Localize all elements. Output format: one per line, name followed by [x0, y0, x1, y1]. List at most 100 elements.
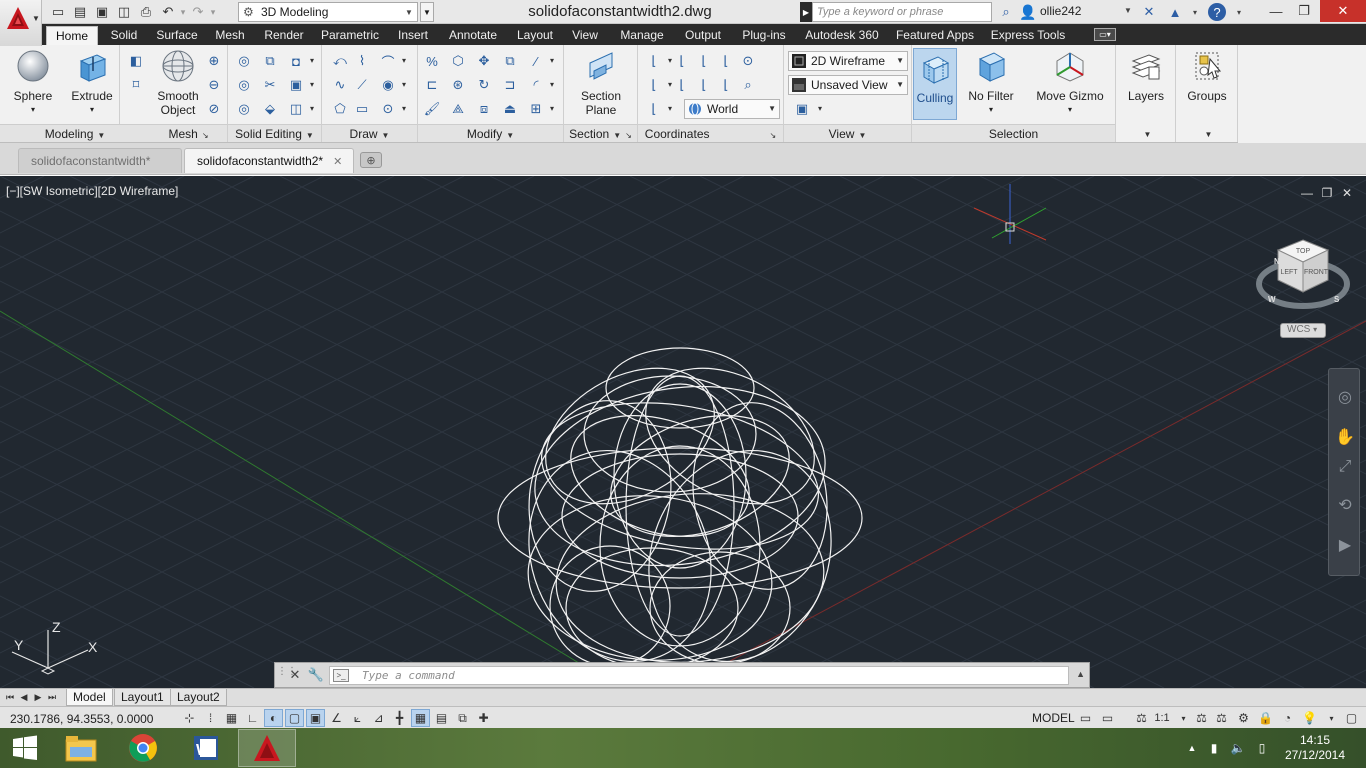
tab-surface[interactable]: Surface [150, 26, 204, 45]
tab-annotate[interactable]: Annotate [442, 26, 504, 45]
taskbar-clock[interactable]: 14:15 27/12/2014 [1280, 733, 1350, 763]
help-icon[interactable]: ? [1208, 3, 1226, 21]
dynamic-ucs-icon[interactable]: ⟀ [348, 709, 367, 727]
tab-mesh[interactable]: Mesh [208, 26, 252, 45]
layers-button[interactable]: Layers [1122, 49, 1170, 103]
fillet-edge-icon[interactable]: ◜ [526, 75, 554, 95]
wrench-icon[interactable]: 🔧 [307, 667, 325, 683]
extract-edges-icon[interactable]: ◘ [286, 51, 314, 71]
zoom-extents-icon[interactable]: ⤢ [1333, 455, 1357, 479]
solid-of-constant-width-wireframe[interactable] [497, 341, 863, 688]
command-prompt-icon[interactable]: >_ [333, 669, 349, 682]
culling-button[interactable]: Culling [913, 48, 957, 120]
layout-tab-model[interactable]: Model [66, 689, 113, 706]
dynamic-input-icon[interactable]: ⊿ [369, 709, 388, 727]
presspull-icon[interactable]: ◧ [126, 51, 146, 71]
viewport-controls-label[interactable]: [−][SW Isometric][2D Wireframe] [6, 184, 178, 198]
infer-constraints-icon[interactable]: ⊹ [180, 709, 199, 727]
chevron-down-icon[interactable]: ▾ [1184, 2, 1206, 22]
tab-insert[interactable]: Insert [390, 26, 436, 45]
extrude-faces-icon[interactable]: ▣ [286, 75, 314, 95]
3d-object-snap-icon[interactable]: ▣ [306, 709, 325, 727]
save-as-icon[interactable]: ◫ [114, 2, 134, 22]
line-icon[interactable]: ⤺ [330, 51, 350, 71]
ucs-origin-icon[interactable]: ⌊ [716, 51, 736, 71]
ucs-zaxis-icon[interactable]: ⌊ [716, 75, 736, 95]
file-explorer-icon[interactable] [52, 729, 110, 767]
clean-screen-icon[interactable]: ▢ [1342, 709, 1361, 727]
tab-plug-ins[interactable]: Plug-ins [736, 26, 792, 45]
offset-icon[interactable]: ⊐ [500, 75, 520, 95]
command-history-button[interactable]: ▲ [1076, 669, 1085, 679]
minimize-icon[interactable]: — [1262, 0, 1290, 22]
ribbon-minimize-button[interactable]: ▭▾ [1094, 28, 1116, 41]
panel-title-modify[interactable]: Modify ▼ [418, 124, 563, 142]
no-filter-button[interactable]: No Filter ▾ [966, 49, 1016, 117]
grid-display-icon[interactable]: ▦ [222, 709, 241, 727]
redo-dropdown-icon[interactable]: ▾ [210, 7, 216, 18]
windows-start-icon[interactable] [0, 729, 50, 767]
stretch-icon[interactable]: ⏏ [500, 99, 520, 119]
workspace-switching-icon[interactable]: ⚙ [1234, 709, 1253, 727]
rotate-icon[interactable]: ↻ [474, 75, 494, 95]
close-icon[interactable]: ✕ [333, 156, 342, 168]
wireframe-curve[interactable] [522, 341, 737, 531]
named-view-selector[interactable]: Unsaved View ▼ [788, 75, 908, 95]
application-menu-button[interactable]: ▼ [0, 0, 42, 46]
ucs-x-icon[interactable]: ⌊ [644, 99, 672, 119]
wireframe-curve[interactable] [679, 392, 842, 600]
selection-cycling-icon[interactable]: ⧉ [453, 709, 472, 727]
restore-icon[interactable]: ❐ [1290, 0, 1318, 22]
ucs-icon-properties-icon[interactable]: ⌕ [738, 75, 758, 95]
array-icon[interactable]: ⊞ [526, 99, 554, 119]
undo-dropdown-icon[interactable]: ▾ [180, 7, 186, 18]
steering-wheel-icon[interactable]: ◎ [1333, 385, 1357, 409]
object-snap-icon[interactable]: ▢ [285, 709, 304, 727]
tab-output[interactable]: Output [676, 26, 730, 45]
object-snap-tracking-icon[interactable]: ∠ [327, 709, 346, 727]
word-icon[interactable]: W [176, 729, 234, 767]
annotation-monitor-icon[interactable]: ✚ [474, 709, 493, 727]
ortho-mode-icon[interactable]: ∟ [243, 709, 262, 727]
tab-manage[interactable]: Manage [614, 26, 670, 45]
chevron-down-icon[interactable]: ▾ [1174, 709, 1193, 727]
open-icon[interactable]: ▤ [70, 2, 90, 22]
rectangle-icon[interactable]: ▭ [352, 99, 372, 119]
copy-icon[interactable]: ⧉ [500, 51, 520, 71]
panel-title-selection[interactable]: Selection [912, 124, 1115, 142]
save-icon[interactable]: ▣ [92, 2, 112, 22]
ellipse-icon[interactable]: ⊙ [378, 99, 406, 119]
slice-icon[interactable]: ✂ [260, 75, 280, 95]
panel-title-layers[interactable]: ▼ [1116, 124, 1175, 142]
orbit-icon[interactable]: ⟲ [1333, 493, 1357, 517]
interfere-icon[interactable]: ⧉ [260, 51, 280, 71]
print-icon[interactable]: ⎙ [136, 2, 156, 22]
arc-icon[interactable]: ⌒ [378, 51, 406, 71]
chevron-down-icon[interactable]: ▾ [1322, 709, 1341, 727]
3d-rotate-icon[interactable]: ⬡ [448, 51, 468, 71]
section-plane-button[interactable]: Section Plane [574, 49, 628, 117]
layout-tab-layout2[interactable]: Layout2 [170, 689, 227, 706]
new-icon[interactable]: ▭ [48, 2, 68, 22]
close-icon[interactable]: ✕ [1338, 186, 1356, 200]
trim-icon[interactable]: ⁄ [526, 51, 554, 71]
ucs-world-icon[interactable]: ⌊ [672, 51, 692, 71]
tab-render[interactable]: Render [258, 26, 310, 45]
refine-mesh-icon[interactable]: ⊘ [204, 99, 224, 119]
ucs-object-icon[interactable]: ⊙ [738, 51, 758, 71]
move-gizmo-button[interactable]: Move Gizmo ▾ [1030, 49, 1110, 117]
first-layout-icon[interactable]: ⏮ [4, 690, 16, 705]
minimize-icon[interactable]: — [1298, 186, 1316, 200]
autocad-taskbar-icon[interactable] [238, 729, 296, 767]
3d-move-icon[interactable]: ✥ [474, 51, 494, 71]
ray-icon[interactable]: ⟋ [352, 75, 372, 95]
network-icon[interactable]: ▮ [1206, 740, 1222, 756]
extrude-button[interactable]: Extrude ▾ [66, 49, 118, 117]
polar-tracking-icon[interactable]: ◐ [264, 709, 283, 727]
smooth-more-icon[interactable]: ⊕ [204, 51, 224, 71]
ucs-selector[interactable]: World ▼ [684, 99, 780, 119]
subtract-icon[interactable]: ◎ [234, 75, 254, 95]
command-input[interactable]: Type a command [329, 666, 1069, 685]
ucs-3point-icon[interactable]: ⌊ [694, 75, 714, 95]
file-tab-inactive[interactable]: solidofaconstantwidth* [18, 148, 182, 173]
